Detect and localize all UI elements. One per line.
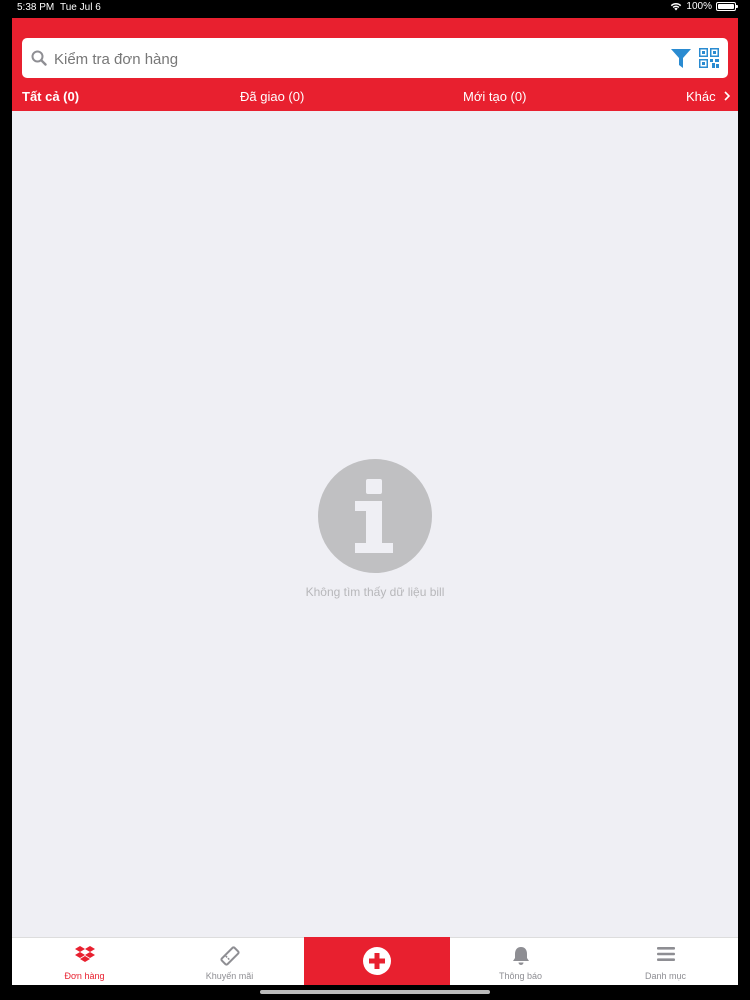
box-icon [74,946,95,962]
nav-promotions[interactable]: Khuyến mãi [157,938,302,985]
nav-categories[interactable]: Danh mục [593,938,738,985]
empty-state: Không tìm thấy dữ liệu bill [12,459,738,599]
search-input[interactable] [52,38,656,80]
battery-icon [716,2,738,11]
nav-notifications-label: Thông báo [498,971,543,981]
header: Tất cả (0) Đã giao (0) Mới tạo (0) Khác [12,18,738,111]
tab-delivered[interactable]: Đã giao (0) [240,89,304,104]
info-icon [318,459,432,573]
status-tabs: Tất cả (0) Đã giao (0) Mới tạo (0) Khác [12,83,738,111]
tab-all[interactable]: Tất cả (0) [22,89,79,104]
status-indicators: 100% [670,1,738,12]
bottom-tab-bar: Đơn hàng Khuyến mãi Thông báo Danh mục [12,937,738,985]
tab-other[interactable]: Khác [686,89,731,104]
bell-icon [512,947,529,965]
status-time: 5:38 PM [17,2,55,13]
filter-icon[interactable] [671,49,691,68]
wifi-icon [671,3,682,11]
qr-code-icon[interactable] [699,48,719,68]
empty-message: Không tìm thấy dữ liệu bill [305,585,445,599]
status-bar: 5:38 PM Tue Jul 6 100% [0,0,750,18]
nav-orders[interactable]: Đơn hàng [12,938,157,985]
plus-icon [363,947,391,975]
nav-categories-label: Danh mục [644,971,687,981]
home-indicator [260,990,490,994]
tab-other-label: Khác [686,89,716,104]
ticket-icon [219,946,240,966]
app-screen: Tất cả (0) Đã giao (0) Mới tạo (0) Khác … [12,18,738,985]
nav-promotions-label: Khuyến mãi [205,971,254,981]
nav-notifications[interactable]: Thông báo [448,938,593,985]
search-icon [31,50,47,66]
search-bar[interactable] [22,38,728,80]
chevron-right-icon [724,91,731,101]
menu-icon [656,947,675,961]
tab-new[interactable]: Mới tạo (0) [463,89,526,104]
battery-percent: 100% [686,1,712,12]
status-date: Tue Jul 6 [60,2,101,13]
nav-orders-label: Đơn hàng [64,971,105,981]
add-order-button[interactable] [304,937,450,985]
